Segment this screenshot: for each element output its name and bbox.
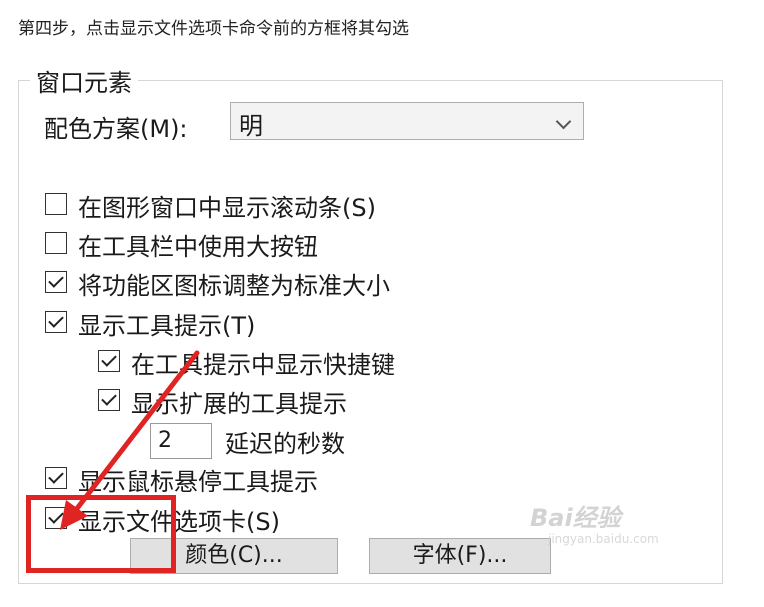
red-arrow-icon	[60, 350, 200, 530]
